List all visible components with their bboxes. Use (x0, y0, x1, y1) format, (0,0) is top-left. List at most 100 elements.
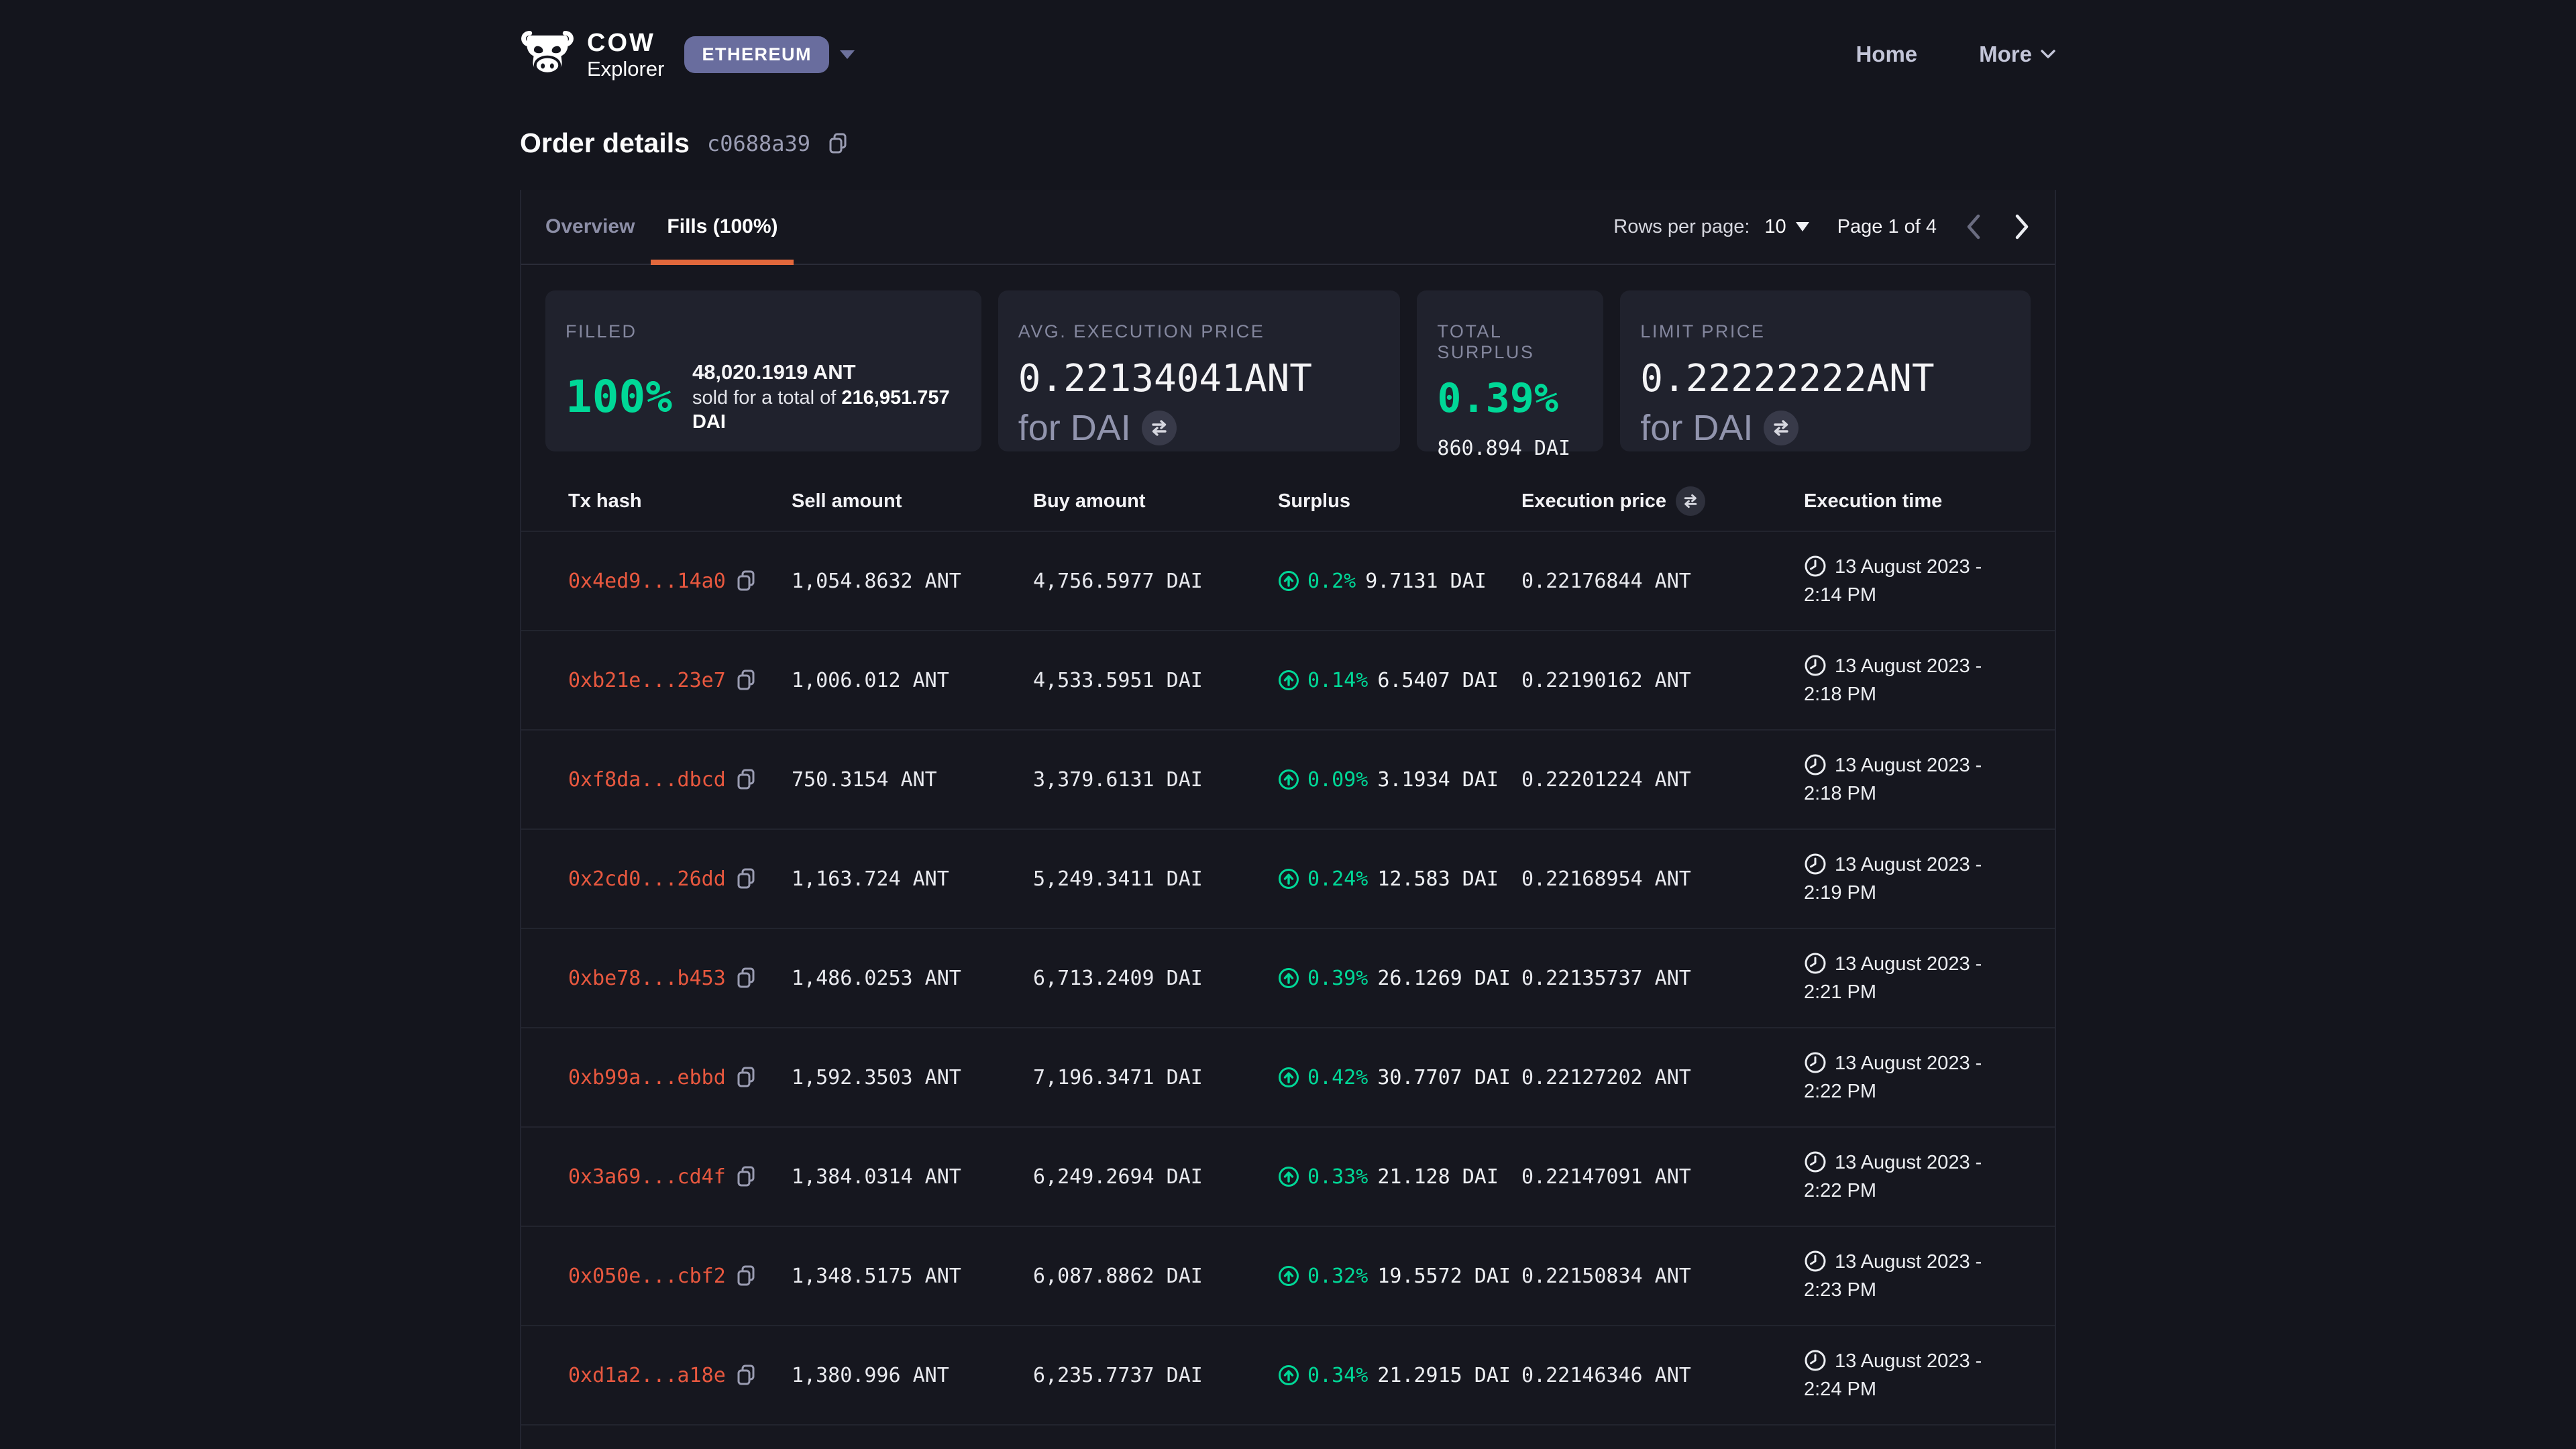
surplus-percent: 0.24% (1307, 867, 1368, 891)
previous-page-button[interactable] (1965, 213, 1982, 240)
invert-price-button[interactable] (1142, 411, 1177, 445)
clock-icon (1804, 1250, 1827, 1273)
sell-amount-cell: 1,348.5175 ANT (792, 1265, 1033, 1288)
copy-tx-hash-button[interactable] (737, 1166, 755, 1187)
order-summary-cards: FILLED 100% 48,020.1919 ANT sold for a t… (521, 265, 2055, 472)
surplus-percent: 0.42% (1307, 1066, 1368, 1089)
execution-time-text: 13 August 2023 - 2:23 PM (1804, 1251, 1982, 1301)
surplus-cell: 0.24% 12.583 DAI (1278, 867, 1521, 891)
surplus-amount: 6.5407 DAI (1377, 669, 1499, 692)
execution-price-cell: 0.22135737 ANT (1521, 967, 1804, 990)
surplus-amount: 9.7131 DAI (1365, 570, 1487, 593)
copy-icon (737, 669, 755, 691)
execution-time-cell: 13 August 2023 - 2:22 PM (1804, 1049, 2008, 1106)
order-panel: Overview Fills (100%) Rows per page: 10 … (520, 190, 2056, 1449)
network-selector[interactable]: ETHEREUM (684, 36, 855, 73)
tx-hash-link[interactable]: 0x4ed9...14a0 (568, 570, 726, 593)
avg-execution-price-value: 0.22134041ANT (1018, 357, 1381, 400)
surplus-amount: 3.1934 DAI (1377, 768, 1499, 792)
surplus-percent: 0.33% (1307, 1165, 1368, 1189)
clock-icon (1804, 1051, 1827, 1074)
tx-hash-link[interactable]: 0xb21e...23e7 (568, 669, 726, 692)
execution-time-cell: 13 August 2023 - 2:21 PM (1804, 950, 2008, 1006)
clock-icon (1804, 853, 1827, 875)
cow-explorer-logo[interactable]: COW Explorer (520, 30, 664, 79)
copy-order-id-button[interactable] (828, 133, 848, 154)
buy-amount-cell: 4,756.5977 DAI (1033, 570, 1278, 593)
invert-price-button[interactable] (1764, 411, 1799, 445)
rows-per-page-label: Rows per page: (1613, 216, 1750, 238)
app-header: COW Explorer ETHEREUM Home More (0, 0, 2576, 85)
tx-hash-link[interactable]: 0xd1a2...a18e (568, 1364, 726, 1387)
page-title: Order details (520, 127, 690, 159)
copy-tx-hash-button[interactable] (737, 1364, 755, 1386)
copy-tx-hash-button[interactable] (737, 868, 755, 890)
tx-hash-cell: 0xd1a2...a18e (568, 1364, 792, 1387)
copy-tx-hash-button[interactable] (737, 570, 755, 592)
copy-tx-hash-button[interactable] (737, 669, 755, 691)
tabs: Overview Fills (100%) (545, 190, 794, 264)
tabs-toolbar: Overview Fills (100%) Rows per page: 10 … (521, 190, 2055, 265)
pager (1965, 213, 2031, 240)
copy-icon (737, 769, 755, 790)
rows-per-page-select[interactable]: 10 (1764, 216, 1809, 238)
tab-fills[interactable]: Fills (100%) (651, 190, 794, 264)
filled-label: FILLED (566, 321, 961, 342)
tx-hash-link[interactable]: 0x050e...cbf2 (568, 1265, 726, 1288)
fill-row: 0xbe78...b453 1,486.0253 ANT 6,713.2409 … (521, 929, 2055, 1028)
copy-tx-hash-button[interactable] (737, 1265, 755, 1287)
copy-icon (737, 570, 755, 592)
chevron-down-icon (2040, 49, 2056, 60)
chevron-right-icon (2013, 213, 2031, 240)
copy-icon (737, 1067, 755, 1088)
fill-row: 0xd1a2...a18e 1,380.996 ANT 6,235.7737 D… (521, 1326, 2055, 1426)
buy-amount-cell: 4,533.5951 DAI (1033, 669, 1278, 692)
active-tab-underline (651, 260, 794, 265)
chevron-down-icon (840, 50, 855, 59)
nav-home-link[interactable]: Home (1856, 42, 1917, 67)
surplus-cell: 0.39% 26.1269 DAI (1278, 967, 1521, 990)
tx-hash-link[interactable]: 0xbe78...b453 (568, 967, 726, 990)
tx-hash-cell: 0x3a69...cd4f (568, 1165, 792, 1189)
execution-price-cell: 0.22146346 ANT (1521, 1364, 1804, 1387)
copy-tx-hash-button[interactable] (737, 1067, 755, 1088)
copy-tx-hash-button[interactable] (737, 967, 755, 989)
chevron-left-icon (1965, 213, 1982, 240)
surplus-cell: 0.34% 21.2915 DAI (1278, 1364, 1521, 1387)
next-page-button[interactable] (2013, 213, 2031, 240)
execution-time-cell: 13 August 2023 - 2:22 PM (1804, 1148, 2008, 1205)
invert-execution-price-button[interactable] (1676, 486, 1705, 516)
fill-row: 0xf8da...dbcd 750.3154 ANT 3,379.6131 DA… (521, 731, 2055, 830)
sell-amount-cell: 1,163.724 ANT (792, 867, 1033, 891)
clock-icon (1804, 952, 1827, 975)
tx-hash-link[interactable]: 0xb99a...ebbd (568, 1066, 726, 1089)
brand-wordmark: COW Explorer (587, 30, 664, 79)
nav-more-menu[interactable]: More (1979, 42, 2056, 67)
order-id: c0688a39 (707, 131, 810, 156)
execution-price-cell: 0.22147091 ANT (1521, 1165, 1804, 1189)
swap-icon (1149, 418, 1169, 438)
tx-hash-link[interactable]: 0xf8da...dbcd (568, 768, 726, 792)
tx-hash-cell: 0xf8da...dbcd (568, 768, 792, 792)
tab-overview[interactable]: Overview (545, 190, 651, 264)
total-surplus-card: TOTAL SURPLUS 0.39% 860.894 DAI (1417, 290, 1603, 451)
tx-hash-cell: 0x050e...cbf2 (568, 1265, 792, 1288)
sell-amount-cell: 1,592.3503 ANT (792, 1066, 1033, 1089)
copy-icon (737, 868, 755, 890)
sell-amount-cell: 1,054.8632 ANT (792, 570, 1033, 593)
tx-hash-cell: 0x4ed9...14a0 (568, 570, 792, 593)
buy-amount-cell: 3,379.6131 DAI (1033, 768, 1278, 792)
surplus-cell: 0.09% 3.1934 DAI (1278, 768, 1521, 792)
swap-icon (1771, 418, 1791, 438)
tx-hash-link[interactable]: 0x2cd0...26dd (568, 867, 726, 891)
surplus-cell: 0.33% 21.128 DAI (1278, 1165, 1521, 1189)
tx-hash-link[interactable]: 0x3a69...cd4f (568, 1165, 726, 1189)
sell-amount-cell: 1,380.996 ANT (792, 1364, 1033, 1387)
copy-tx-hash-button[interactable] (737, 769, 755, 790)
rows-per-page: Rows per page: 10 (1613, 216, 1809, 238)
sell-amount-cell: 1,384.0314 ANT (792, 1165, 1033, 1189)
surplus-amount: 12.583 DAI (1377, 867, 1499, 891)
execution-time-cell: 13 August 2023 - 2:19 PM (1804, 851, 2008, 907)
execution-time-text: 13 August 2023 - 2:18 PM (1804, 755, 1982, 804)
clock-icon (1804, 654, 1827, 677)
